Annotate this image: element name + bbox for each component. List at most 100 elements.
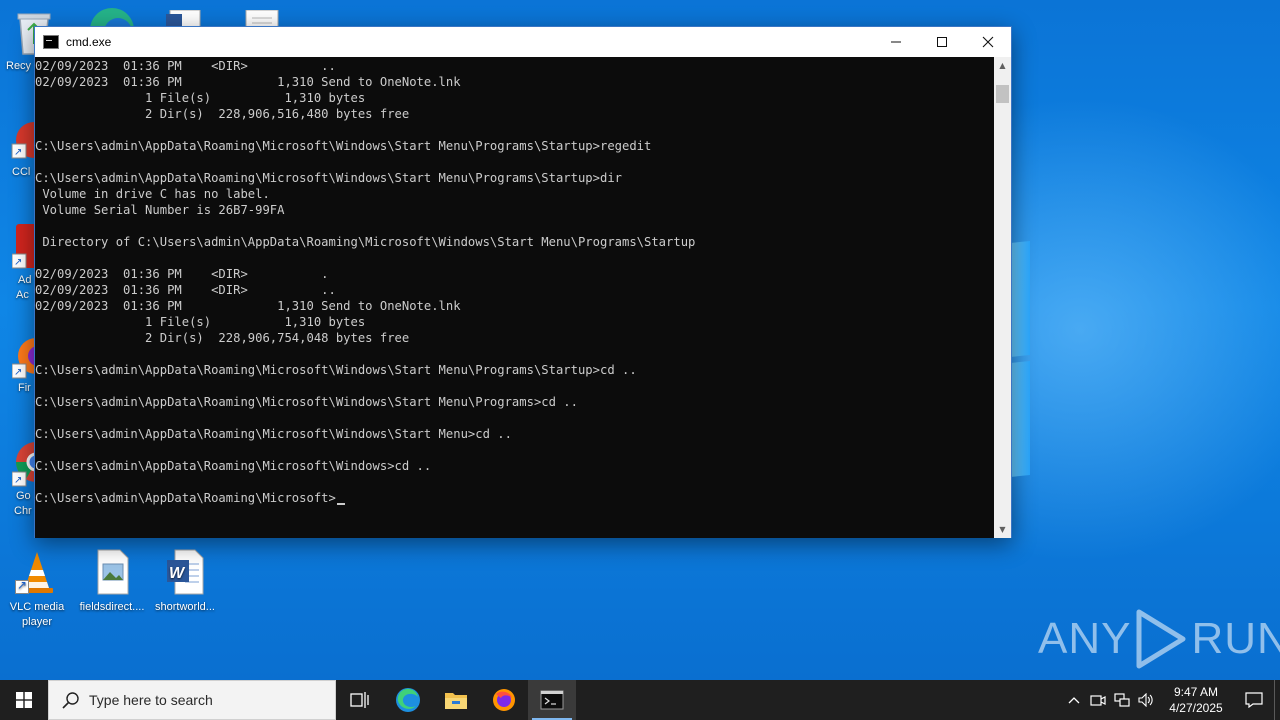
console-line: 02/09/2023 01:36 PM <DIR> .. (35, 59, 336, 73)
network-icon (1114, 693, 1130, 707)
console-line: C:\Users\admin\AppData\Roaming\Microsoft… (35, 363, 637, 377)
clock-time: 9:47 AM (1173, 685, 1219, 699)
text-cursor (336, 503, 345, 505)
console-line: 02/09/2023 01:36 PM 1,310 Send to OneNot… (35, 299, 461, 313)
search-icon (62, 692, 79, 709)
caption-buttons (873, 27, 1011, 57)
edge-icon (90, 8, 134, 52)
svg-text:↗: ↗ (14, 147, 22, 158)
close-icon (982, 36, 994, 48)
taskbar-firefox[interactable] (480, 680, 528, 720)
start-button[interactable] (0, 680, 48, 720)
window-titlebar[interactable]: cmd.exe (35, 27, 1011, 57)
close-button[interactable] (965, 27, 1011, 57)
console-line: C:\Users\admin\AppData\Roaming\Microsoft… (35, 459, 432, 473)
desktop-icon-shortworld[interactable]: W shortworld... (148, 548, 222, 615)
acrobat-label-line2: Ac (16, 289, 29, 301)
task-view-button[interactable] (336, 680, 384, 720)
taskbar-file-explorer[interactable] (432, 680, 480, 720)
action-center-button[interactable] (1234, 680, 1274, 720)
show-hidden-icons-button[interactable] (1062, 680, 1086, 720)
meet-now-button[interactable] (1086, 680, 1110, 720)
firefox-label: Fir (18, 382, 31, 394)
console-line: 2 Dir(s) 228,906,516,480 bytes free (35, 107, 410, 121)
console-line: 02/09/2023 01:36 PM <DIR> .. (35, 283, 336, 297)
minimize-button[interactable] (873, 27, 919, 57)
console-text: 02/09/2023 01:36 PM <DIR> . 02/09/2023 01… (35, 57, 995, 538)
chrome-label-line1: Go (16, 490, 31, 502)
console-line: C:\Users\admin\AppData\Roaming\Microsoft… (35, 139, 652, 153)
cmd-icon (540, 690, 564, 710)
clock-date: 4/27/2025 (1169, 701, 1223, 715)
notification-icon (1245, 692, 1263, 708)
taskbar-search-box[interactable] (48, 680, 336, 720)
taskbar-cmd[interactable] (528, 680, 576, 720)
console-output[interactable]: 02/09/2023 01:36 PM <DIR> . 02/09/2023 01… (35, 57, 995, 538)
desktop-icon-vlc[interactable]: VLC media player (0, 548, 74, 630)
console-prompt: C:\Users\admin\AppData\Roaming\Microsoft… (35, 491, 336, 505)
svg-text:W: W (169, 565, 186, 582)
image-file-icon (88, 548, 136, 596)
word-document-icon: W (161, 548, 209, 596)
scroll-down-arrow-icon[interactable]: ▼ (994, 521, 1011, 538)
console-line: C:\Users\admin\AppData\Roaming\Microsoft… (35, 427, 512, 441)
console-line: 2 Dir(s) 228,906,754,048 bytes free (35, 331, 410, 345)
cmd-window[interactable]: cmd.exe 02/09/2023 01:36 PM <DIR> .02/09… (34, 26, 1012, 538)
svg-text:↗: ↗ (14, 367, 22, 378)
console-line: C:\Users\admin\AppData\Roaming\Microsoft… (35, 171, 622, 185)
desktop-icon-vlc-label: VLC media player (9, 601, 65, 628)
desktop-icon-fieldsdirect[interactable]: fieldsdirect.... (75, 548, 149, 615)
task-view-icon (350, 692, 369, 708)
vertical-scrollbar[interactable]: ▲ ▼ (994, 57, 1011, 538)
console-prompt-line: C:\Users\admin\AppData\Roaming\Microsoft… (35, 490, 995, 506)
console-line: C:\Users\admin\AppData\Roaming\Microsoft… (35, 395, 578, 409)
firefox-icon (493, 689, 515, 711)
console-line: 1 File(s) 1,310 bytes (35, 315, 366, 329)
watermark-run: RUN (1191, 614, 1280, 663)
vlc-cone-icon (13, 548, 61, 596)
volume-button[interactable] (1134, 680, 1158, 720)
desktop-icon-shortworld-label: shortworld... (155, 601, 215, 613)
volume-icon (1138, 693, 1153, 707)
svg-text:↗: ↗ (14, 475, 22, 486)
taskbar-clock[interactable]: 9:47 AM 4/27/2025 (1158, 684, 1234, 716)
system-tray: 9:47 AM 4/27/2025 (1062, 680, 1280, 720)
file-explorer-icon (445, 693, 467, 709)
console-line: Volume in drive C has no label. (35, 187, 270, 201)
console-icon (43, 35, 59, 49)
maximize-button[interactable] (919, 27, 965, 57)
desktop-icon-fieldsdirect-label: fieldsdirect.... (79, 601, 145, 613)
ccleaner-label: CCl (12, 166, 31, 178)
watermark-any: ANY (1038, 614, 1132, 663)
console-line: Volume Serial Number is 26B7-99FA (35, 203, 285, 217)
play-logo-icon (1136, 609, 1186, 669)
anyrun-watermark: ANY RUN (1038, 608, 1280, 670)
console-line: 02/09/2023 01:36 PM 1,310 Send to OneNot… (35, 75, 461, 89)
scroll-up-arrow-icon[interactable]: ▲ (994, 57, 1011, 74)
chrome-label-line2: Chr (14, 505, 32, 517)
taskbar: 9:47 AM 4/27/2025 (0, 680, 1280, 720)
console-line: 1 File(s) 1,310 bytes (35, 91, 366, 105)
acrobat-label-line1: Ad (18, 274, 32, 286)
recycle-bin-label: Recy (6, 60, 32, 72)
window-title: cmd.exe (66, 35, 112, 49)
chevron-up-icon (1068, 697, 1080, 704)
scrollbar-thumb[interactable] (996, 85, 1009, 103)
windows-logo-wallpaper (1010, 240, 1030, 480)
edge-icon (396, 688, 420, 712)
edge-desktop-shortcut[interactable] (88, 6, 136, 52)
show-desktop-button[interactable] (1274, 680, 1280, 720)
taskbar-edge[interactable] (384, 680, 432, 720)
search-input[interactable] (89, 692, 319, 708)
network-button[interactable] (1110, 680, 1134, 720)
console-line: Directory of C:\Users\admin\AppData\Roam… (35, 235, 696, 249)
